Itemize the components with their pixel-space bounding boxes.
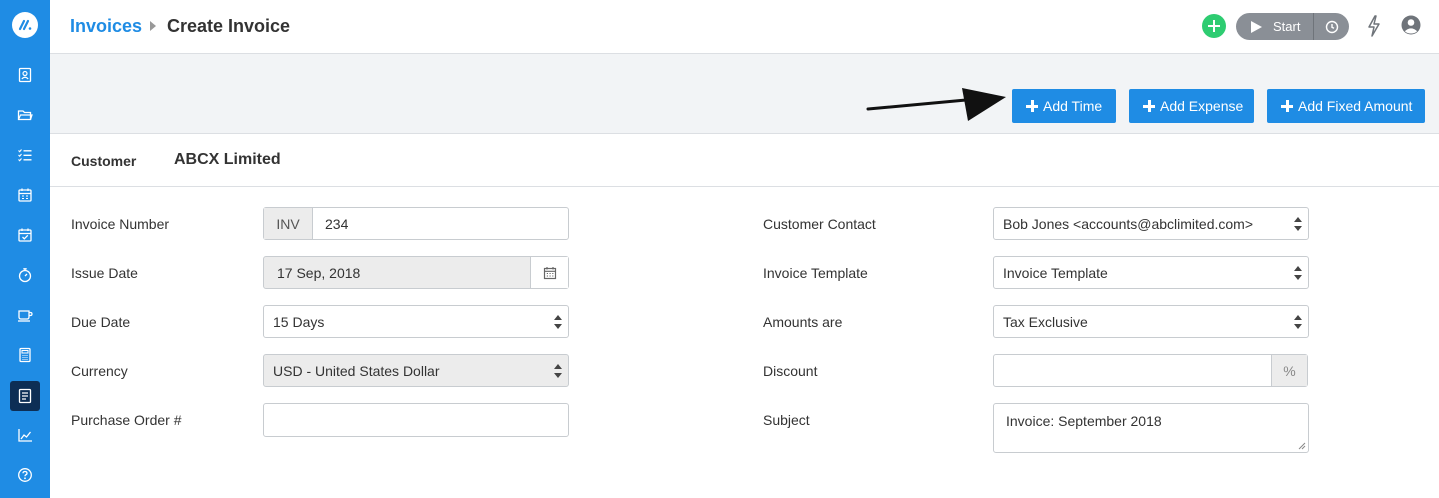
- page-title: Create Invoice: [167, 16, 291, 36]
- coffee-icon[interactable]: [13, 303, 37, 327]
- invoice-template-label: Invoice Template: [763, 265, 868, 281]
- invoice-template-value: Invoice Template: [1003, 265, 1108, 281]
- discount-label: Discount: [763, 363, 818, 379]
- amounts-are-select[interactable]: Tax Exclusive: [993, 305, 1309, 338]
- due-date-value: 15 Days: [273, 314, 325, 330]
- add-fixed-amount-label: Add Fixed Amount: [1298, 98, 1413, 114]
- issue-date-value: 17 Sep, 2018: [277, 265, 361, 281]
- date-picker-button[interactable]: [530, 257, 568, 288]
- subject-label: Subject: [763, 412, 810, 428]
- discount-suffix: %: [1271, 355, 1307, 386]
- plus-icon: [1026, 100, 1038, 112]
- stopwatch-icon[interactable]: [13, 263, 37, 287]
- annotation-arrow-icon: [866, 88, 1006, 121]
- customer-contact-select[interactable]: Bob Jones <accounts@abclimited.com>: [993, 207, 1309, 240]
- currency-value: USD - United States Dollar: [273, 363, 440, 379]
- plus-icon: [1143, 100, 1155, 112]
- breadcrumb-invoices-link[interactable]: Invoices: [70, 16, 142, 37]
- purchase-order-input[interactable]: [263, 403, 569, 437]
- calendar-icon[interactable]: [13, 183, 37, 207]
- timer-start-button[interactable]: Start: [1236, 13, 1313, 40]
- invoice-number-label: Invoice Number: [71, 216, 170, 232]
- resize-grip-icon[interactable]: [1298, 442, 1306, 450]
- calendar-icon: [543, 266, 556, 279]
- timer-start-label: Start: [1273, 19, 1301, 34]
- add-time-button[interactable]: Add Time: [1012, 89, 1116, 123]
- top-bar: Invoices Create Invoice Start: [50, 0, 1439, 54]
- add-expense-button[interactable]: Add Expense: [1129, 89, 1254, 123]
- purchase-order-label: Purchase Order #: [71, 412, 182, 428]
- currency-label: Currency: [71, 363, 128, 379]
- quick-add-button[interactable]: [1202, 14, 1226, 38]
- play-icon: [1251, 20, 1262, 33]
- invoice-template-select[interactable]: Invoice Template: [993, 256, 1309, 289]
- invoice-icon[interactable]: [10, 381, 40, 411]
- select-arrows-icon: [1294, 266, 1302, 280]
- chart-icon[interactable]: [13, 423, 37, 447]
- invoice-number-value: 234: [325, 216, 349, 232]
- invoice-number-prefix: INV: [264, 208, 313, 239]
- timer-control: Start: [1236, 13, 1349, 40]
- amounts-are-value: Tax Exclusive: [1003, 314, 1088, 330]
- bolt-icon[interactable]: [1365, 14, 1383, 43]
- task-list-icon[interactable]: [13, 143, 37, 167]
- currency-select[interactable]: USD - United States Dollar: [263, 354, 569, 387]
- add-expense-label: Add Expense: [1160, 98, 1244, 114]
- select-arrows-icon: [554, 364, 562, 378]
- clock-icon: [1325, 20, 1338, 33]
- select-arrows-icon: [1294, 315, 1302, 329]
- invoice-number-field[interactable]: INV 234: [263, 207, 569, 240]
- issue-date-field[interactable]: 17 Sep, 2018: [263, 256, 569, 289]
- customer-name: ABCX Limited: [174, 151, 281, 168]
- issue-date-label: Issue Date: [71, 265, 138, 281]
- select-arrows-icon: [554, 315, 562, 329]
- sidebar: [0, 0, 50, 498]
- customer-row: Customer ABCX Limited: [50, 134, 1439, 187]
- action-toolbar: Add Time Add Expense Add Fixed Amount: [50, 54, 1439, 134]
- folder-icon[interactable]: [13, 103, 37, 127]
- add-fixed-amount-button[interactable]: Add Fixed Amount: [1267, 89, 1425, 123]
- customer-contact-value: Bob Jones <accounts@abclimited.com>: [1003, 216, 1254, 232]
- breadcrumb-separator-icon: [150, 21, 156, 31]
- user-avatar-icon[interactable]: [1400, 14, 1422, 41]
- logo-icon[interactable]: [12, 12, 38, 38]
- customer-contact-label: Customer Contact: [763, 216, 876, 232]
- help-icon[interactable]: [13, 463, 37, 487]
- due-date-label: Due Date: [71, 314, 131, 330]
- select-arrows-icon: [1294, 217, 1302, 231]
- customer-label: Customer: [71, 153, 137, 169]
- subject-value: Invoice: September 2018: [1006, 413, 1162, 429]
- discount-input[interactable]: %: [993, 354, 1308, 387]
- contacts-icon[interactable]: [13, 63, 37, 87]
- amounts-are-label: Amounts are: [763, 314, 843, 330]
- calendar-check-icon[interactable]: [13, 223, 37, 247]
- calculator-icon[interactable]: [13, 343, 37, 367]
- timer-history-button[interactable]: [1314, 13, 1349, 40]
- due-date-select[interactable]: 15 Days: [263, 305, 569, 338]
- plus-icon: [1281, 100, 1293, 112]
- subject-textarea[interactable]: Invoice: September 2018: [993, 403, 1309, 453]
- add-time-label: Add Time: [1043, 98, 1103, 114]
